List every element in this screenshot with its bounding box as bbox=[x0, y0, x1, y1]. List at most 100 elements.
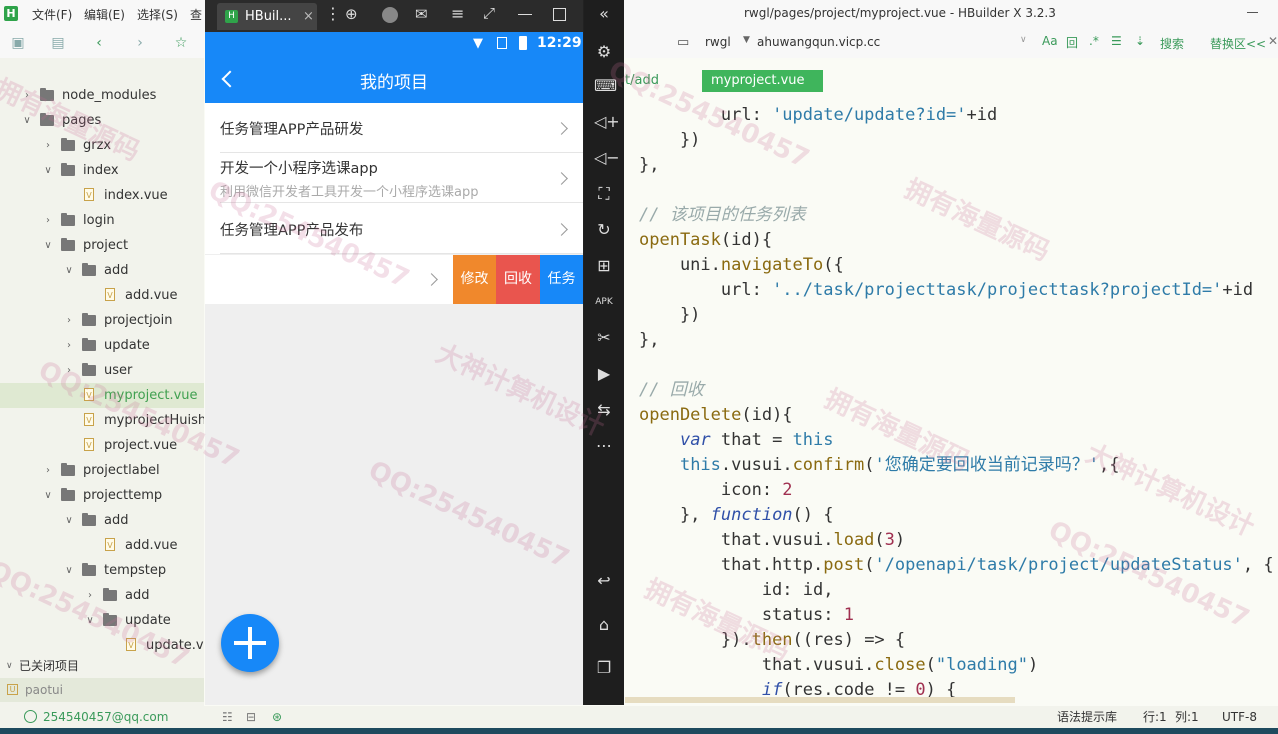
tree-folder[interactable]: ∨ project bbox=[0, 233, 204, 258]
project-list-item[interactable]: 任务管理APP产品发布 bbox=[205, 203, 583, 254]
mail-icon[interactable]: ✉ bbox=[415, 5, 428, 23]
star-icon[interactable]: ☆ bbox=[173, 35, 189, 51]
video-icon[interactable]: ▶ bbox=[594, 364, 614, 384]
tree-folder[interactable]: ∨ projecttemp bbox=[0, 483, 204, 508]
terminal-icon[interactable]: ⊟ bbox=[246, 706, 256, 728]
tree-file[interactable]: Vmyproject.vue bbox=[0, 383, 204, 408]
tree-file[interactable]: Vindex.vue bbox=[0, 183, 204, 208]
back-icon[interactable]: ‹ bbox=[91, 35, 107, 51]
tree-folder[interactable]: ∨ add bbox=[0, 508, 204, 533]
chevron-right-icon[interactable]: › bbox=[85, 583, 95, 608]
menu-edit[interactable]: 编辑(E) bbox=[84, 6, 125, 23]
new-file-icon[interactable]: ▣ bbox=[10, 35, 26, 51]
tree-folder[interactable]: ∨ pages bbox=[0, 108, 204, 133]
encoding[interactable]: UTF-8 bbox=[1222, 706, 1257, 728]
phone-home-icon[interactable]: ⌂ bbox=[594, 615, 614, 635]
edit-button[interactable]: 修改 bbox=[453, 255, 496, 304]
chevron-down-icon[interactable]: ∨ bbox=[64, 558, 74, 583]
tree-folder[interactable]: ∨ tempstep bbox=[0, 558, 204, 583]
tree-folder[interactable]: › node_modules bbox=[0, 83, 204, 108]
minimize-icon[interactable] bbox=[1247, 12, 1258, 13]
horizontal-scrollbar[interactable] bbox=[625, 697, 1015, 703]
closed-project-item[interactable]: U paotui bbox=[0, 678, 204, 702]
rotate-icon[interactable]: ↻ bbox=[594, 220, 614, 240]
tree-folder[interactable]: ∨ update bbox=[0, 608, 204, 633]
chevron-right-icon[interactable]: › bbox=[64, 333, 74, 358]
closed-projects-header[interactable]: ∨ 已关闭项目 bbox=[0, 654, 204, 678]
swiped-list-item[interactable]: 修改 回收 任务 bbox=[205, 255, 583, 304]
menu-select[interactable]: 选择(S) bbox=[137, 6, 178, 23]
account-label[interactable]: 254540457@qq.com bbox=[43, 706, 168, 728]
tree-folder[interactable]: ∨ index bbox=[0, 158, 204, 183]
settings-icon[interactable]: ⚙ bbox=[594, 42, 614, 62]
tab-myproject[interactable]: myproject.vue bbox=[702, 70, 823, 92]
apk-icon[interactable]: APK bbox=[594, 292, 614, 312]
tree-folder[interactable]: › user bbox=[0, 358, 204, 383]
chevron-right-icon[interactable]: › bbox=[43, 458, 53, 483]
tree-folder[interactable]: › grzx bbox=[0, 133, 204, 158]
tree-folder[interactable]: › login bbox=[0, 208, 204, 233]
chevron-right-icon[interactable]: › bbox=[64, 308, 74, 333]
regex-icon[interactable]: .* bbox=[1089, 34, 1099, 48]
project-select[interactable]: rwgl bbox=[705, 35, 731, 49]
tree-folder[interactable]: › projectlabel bbox=[0, 458, 204, 483]
install-icon[interactable]: ⊞ bbox=[594, 256, 614, 276]
scissors-icon[interactable]: ✂ bbox=[594, 328, 614, 348]
tree-file[interactable]: Vadd.vue bbox=[0, 533, 204, 558]
chevron-down-icon[interactable]: ∨ bbox=[85, 608, 95, 633]
volume-up-icon[interactable]: ◁+ bbox=[594, 112, 620, 132]
replace-toggle[interactable]: 替换区<< bbox=[1210, 35, 1266, 52]
project-list-item[interactable]: 任务管理APP产品研发 bbox=[205, 103, 583, 153]
chevron-down-icon[interactable]: ∨ bbox=[43, 483, 53, 508]
forward-icon[interactable]: › bbox=[132, 35, 148, 51]
tree-folder[interactable]: › add bbox=[0, 583, 204, 608]
word-icon[interactable]: 回 bbox=[1066, 34, 1078, 51]
more-icon[interactable]: ⋯ bbox=[594, 436, 614, 456]
tree-folder[interactable]: › projectjoin bbox=[0, 308, 204, 333]
recent-apps-icon[interactable]: ❐ bbox=[594, 658, 614, 678]
save-icon[interactable]: ▤ bbox=[50, 35, 66, 51]
menu-icon[interactable]: ≡ bbox=[451, 4, 464, 23]
menu-find[interactable]: 查 bbox=[190, 6, 202, 23]
tree-file[interactable]: VmyprojectHuishou bbox=[0, 408, 204, 433]
maximize-emulator-icon[interactable] bbox=[553, 8, 566, 21]
avatar-icon[interactable] bbox=[382, 7, 398, 23]
chevron-down-icon[interactable]: ∨ bbox=[1020, 35, 1027, 45]
chevron-right-icon[interactable]: › bbox=[43, 208, 53, 233]
list-icon[interactable]: ☰ bbox=[1111, 34, 1122, 48]
tree-file[interactable]: Vproject.vue bbox=[0, 433, 204, 458]
menu-file[interactable]: 文件(F) bbox=[32, 6, 72, 23]
minimize-emulator-icon[interactable] bbox=[518, 14, 532, 15]
globe-icon[interactable]: ⊛ bbox=[272, 706, 282, 728]
volume-down-icon[interactable]: ◁− bbox=[594, 148, 620, 168]
case-icon[interactable]: Aa bbox=[1042, 34, 1058, 48]
syntax-library[interactable]: 语法提示库 bbox=[1057, 706, 1117, 728]
chevron-down-icon[interactable]: ∨ bbox=[64, 508, 74, 533]
dropdown-icon[interactable]: ▼ bbox=[743, 35, 750, 45]
close-tab-icon[interactable]: × bbox=[303, 3, 314, 30]
chevron-down-icon[interactable]: ∨ bbox=[64, 258, 74, 283]
tree-file[interactable]: Vadd.vue bbox=[0, 283, 204, 308]
resize-icon[interactable]: ⤢ bbox=[483, 4, 495, 22]
collapse-icon[interactable]: « bbox=[594, 4, 614, 24]
chevron-down-icon[interactable]: ∨ bbox=[22, 108, 32, 133]
keyboard-icon[interactable]: ⌨ bbox=[594, 76, 617, 96]
gamepad-icon[interactable]: ⊕ bbox=[345, 5, 358, 23]
code-editor[interactable]: url: 'update/update?id='+id }) }, // 该项目… bbox=[625, 94, 1278, 698]
phone-back-icon[interactable]: ↩ bbox=[594, 571, 614, 591]
tree-folder[interactable]: ∨ add bbox=[0, 258, 204, 283]
project-list-item[interactable]: 开发一个小程序选课app 利用微信开发者工具开发一个小程序选课app bbox=[205, 153, 583, 203]
chevron-right-icon[interactable]: › bbox=[43, 133, 53, 158]
close-search-icon[interactable]: ✕ bbox=[1268, 34, 1278, 48]
tree-folder[interactable]: › update bbox=[0, 333, 204, 358]
transfer-icon[interactable]: ⇆ bbox=[594, 400, 614, 420]
more-vertical-icon[interactable]: ⋮ bbox=[325, 4, 341, 23]
chevron-right-icon[interactable]: › bbox=[64, 358, 74, 383]
list-icon[interactable]: ☷ bbox=[222, 706, 233, 728]
selection-icon[interactable]: ⇣ bbox=[1135, 34, 1145, 48]
screenshot-icon[interactable]: ⛶ bbox=[594, 184, 614, 204]
chevron-right-icon[interactable]: › bbox=[22, 83, 32, 108]
search-button[interactable]: 搜索 bbox=[1160, 35, 1184, 52]
tab-add[interactable]: t/add bbox=[625, 73, 659, 88]
task-button[interactable]: 任务 bbox=[540, 255, 583, 304]
